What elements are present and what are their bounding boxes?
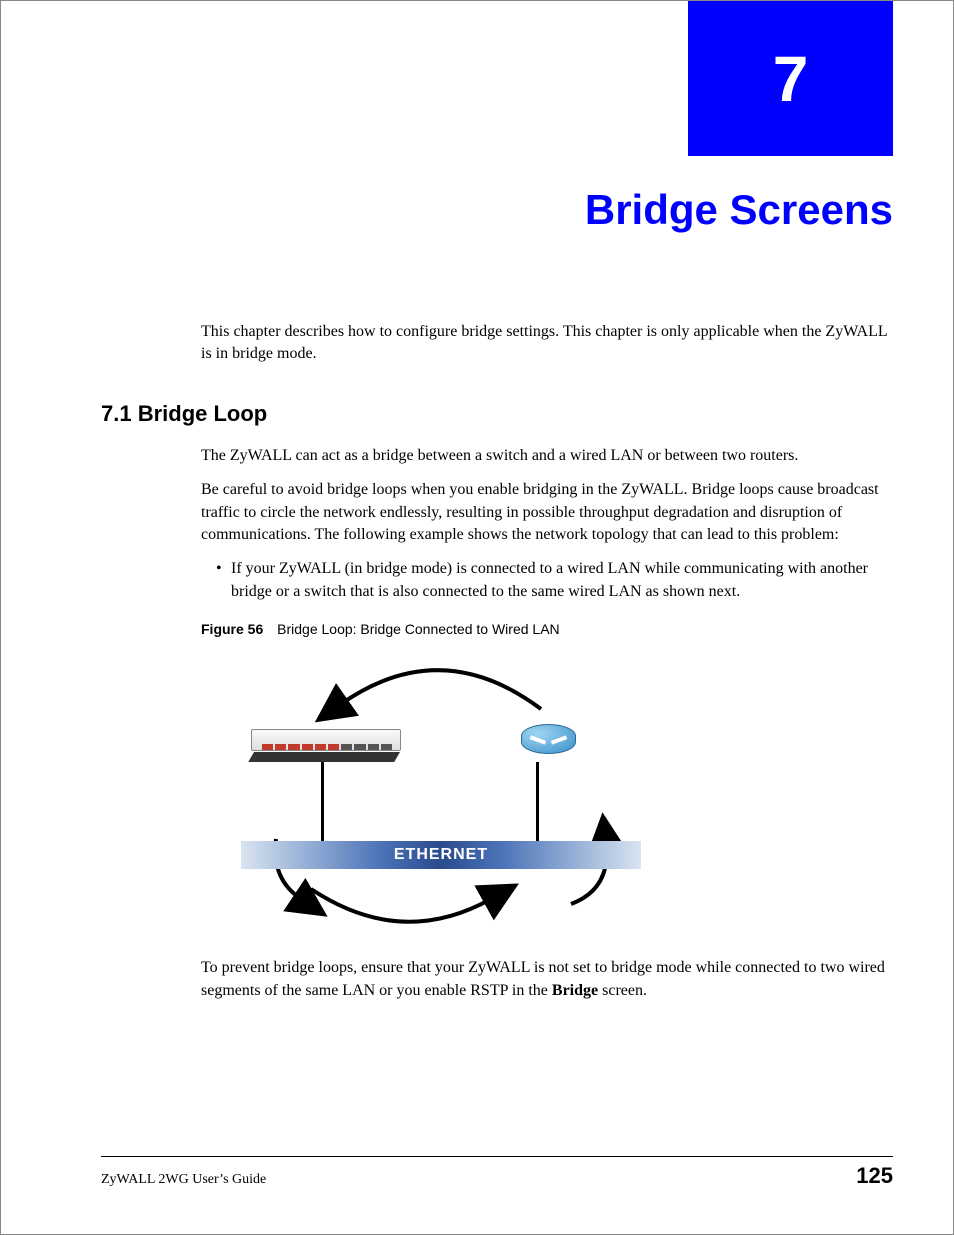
bullet-item: If your ZyWALL (in bridge mode) is conne… — [216, 558, 893, 603]
section-heading: 7.1 Bridge Loop — [101, 401, 893, 427]
conclusion-bold: Bridge — [552, 982, 598, 999]
figure-label: Figure 56 — [201, 621, 263, 637]
content-area: This chapter describes how to configure … — [101, 321, 893, 1002]
body-paragraph-1: The ZyWALL can act as a bridge between a… — [201, 445, 893, 467]
footer-guide-title: ZyWALL 2WG User’s Guide — [101, 1172, 266, 1188]
wire-left — [321, 762, 324, 842]
chapter-tab: 7 — [688, 1, 893, 156]
page: 7 CHAPTER Bridge Screens This chapter de… — [0, 0, 954, 1235]
chapter-number: 7 — [773, 42, 809, 116]
intro-paragraph: This chapter describes how to configure … — [201, 321, 893, 366]
page-footer: ZyWALL 2WG User’s Guide 125 — [101, 1156, 893, 1189]
figure-title: Bridge Loop: Bridge Connected to Wired L… — [277, 621, 560, 637]
figure-diagram: ETHERNET — [201, 649, 661, 939]
body-paragraph-2: Be careful to avoid bridge loops when yo… — [201, 479, 893, 546]
wire-right — [536, 762, 539, 842]
conclusion-suffix: screen. — [598, 982, 647, 999]
figure-caption: Figure 56 Bridge Loop: Bridge Connected … — [201, 621, 893, 637]
conclusion-paragraph: To prevent bridge loops, ensure that you… — [201, 957, 893, 1002]
page-number: 125 — [856, 1163, 893, 1189]
router-device-icon — [521, 724, 576, 764]
conclusion-prefix: To prevent bridge loops, ensure that you… — [201, 959, 885, 998]
switch-device-icon — [251, 729, 401, 764]
chapter-label: CHAPTER — [578, 51, 673, 63]
ethernet-bus: ETHERNET — [241, 841, 641, 869]
chapter-title: Bridge Screens — [585, 186, 893, 234]
loop-arrows-icon — [201, 649, 661, 939]
